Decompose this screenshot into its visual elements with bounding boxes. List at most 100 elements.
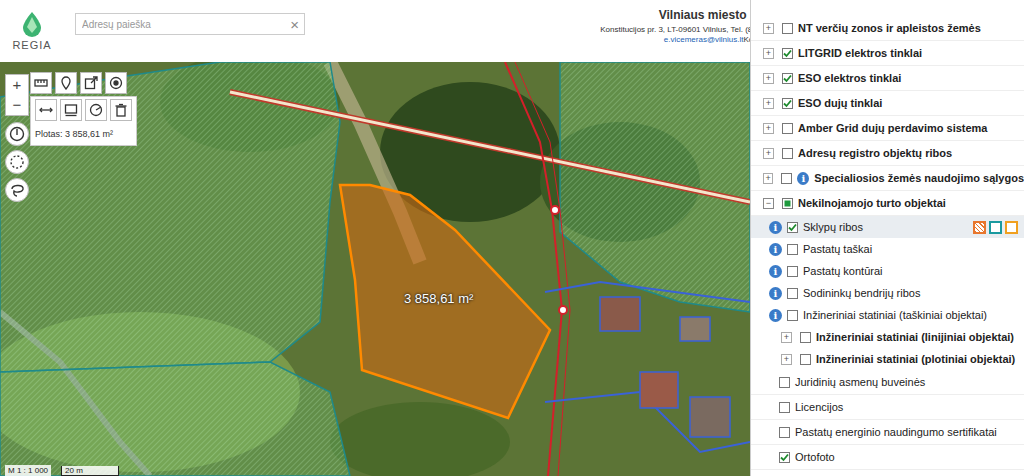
lasso-button[interactable] (5, 178, 29, 202)
address-search: × (75, 13, 305, 35)
zoom-controls: +− (5, 74, 29, 116)
expander-button[interactable]: + (781, 332, 792, 343)
layers-panel: +NT verčių zonos ir apleistos žemės+LITG… (750, 0, 1024, 476)
layer-checkbox[interactable] (779, 377, 790, 388)
layer-row[interactable]: +Amber Grid dujų perdavimo sistema (751, 116, 1024, 141)
circle-button[interactable] (5, 150, 29, 174)
layer-row[interactable]: + i Specialiosios žemės naudojimo sąlygos (751, 166, 1024, 191)
compass-button[interactable] (5, 122, 29, 146)
layer-checkbox[interactable] (779, 427, 790, 438)
layer-checkbox[interactable] (787, 288, 798, 299)
layer-row[interactable]: iPastatų kontūrai (751, 260, 1024, 282)
layer-checkbox[interactable] (787, 266, 798, 277)
layer-label: Inžineriniai statiniai (taškiniai objekt… (803, 309, 987, 321)
zoom-button[interactable]: + (6, 75, 28, 95)
logo[interactable]: REGIA (0, 11, 62, 51)
layer-row[interactable]: Pastatų energinio naudingumo sertifikata… (751, 420, 1024, 445)
layer-label: Pastatų taškai (803, 243, 872, 255)
layer-checkbox[interactable] (782, 73, 793, 84)
layer-checkbox[interactable] (782, 123, 793, 134)
layer-row[interactable]: −Nekilnojamojo turto objektai (751, 191, 1024, 216)
info-icon[interactable]: i (769, 265, 782, 278)
layer-row[interactable]: +ESO elektros tinklai (751, 66, 1024, 91)
expander-button[interactable]: + (763, 23, 774, 34)
layer-row[interactable]: iSodininkų bendrijų ribos (751, 282, 1024, 304)
logo-drop-icon (19, 11, 45, 37)
radius-button[interactable] (85, 99, 107, 121)
expander-button[interactable]: + (763, 123, 774, 134)
layer-checkbox[interactable] (782, 48, 793, 59)
layer-checkbox[interactable] (800, 332, 811, 343)
area-icon (64, 103, 78, 117)
logo-text: REGIA (12, 39, 51, 51)
info-icon[interactable]: i (769, 309, 782, 322)
info-icon[interactable]: i (769, 287, 782, 300)
layer-checkbox[interactable] (779, 452, 790, 463)
org-email[interactable]: e.vicemeras@vilnius.lt (664, 35, 744, 44)
layer-checkbox[interactable] (781, 173, 792, 184)
style-swatch[interactable] (1005, 221, 1018, 234)
layer-checkbox[interactable] (782, 148, 793, 159)
layer-row[interactable]: +LITGRID elektros tinklai (751, 41, 1024, 66)
expander-button[interactable]: + (763, 148, 774, 159)
style-swatch[interactable] (973, 221, 986, 234)
organization-info: Vilniaus miesto savivaldybKonstitucijos … (495, 8, 750, 45)
style-swatch[interactable] (989, 221, 1002, 234)
expander-button[interactable]: + (763, 173, 773, 184)
tool-row (30, 72, 127, 94)
expander-button[interactable]: + (781, 354, 792, 365)
layer-checkbox[interactable] (787, 244, 798, 255)
line-button[interactable] (35, 99, 57, 121)
layer-label: Licencijos (795, 401, 843, 413)
layer-label: Juridinių asmenų buveinės (795, 376, 925, 388)
layer-label: Specialiosios žemės naudojimo sąlygos (814, 172, 1024, 184)
layer-checkbox[interactable] (782, 98, 793, 109)
export-button[interactable] (80, 72, 102, 94)
info-icon[interactable]: i (797, 172, 809, 185)
layer-row[interactable]: i Inžineriniai statiniai (taškiniai objek… (751, 304, 1024, 326)
search-input[interactable] (76, 19, 285, 30)
target-icon (109, 76, 123, 90)
layer-row[interactable]: i Sklypų ribos (751, 216, 1024, 238)
layer-row[interactable]: i Pastatų taškai (751, 238, 1024, 260)
layer-checkbox[interactable] (779, 402, 790, 413)
layer-row[interactable]: Ortofoto (751, 445, 1024, 470)
expander-button[interactable]: − (763, 198, 774, 209)
layer-label: Pastatų energinio naudingumo sertifikata… (795, 426, 997, 438)
layer-row[interactable]: +Inžineriniai statiniai (plotiniai objek… (751, 348, 1024, 370)
map[interactable]: 3 858,61 m²+−Plotas: 3 858,61 m²M 1 : 1 … (0, 62, 750, 476)
layer-checkbox[interactable] (787, 310, 798, 321)
ruler-button[interactable] (30, 72, 52, 94)
layer-row[interactable]: +NT verčių zonos ir apleistos žemės (751, 16, 1024, 41)
search-clear-button[interactable]: × (285, 16, 304, 33)
expander-button[interactable]: + (763, 98, 774, 109)
layer-row[interactable]: +ESO dujų tinklai (751, 91, 1024, 116)
layer-row[interactable]: Juridinių asmenų buveinės (751, 370, 1024, 395)
area-button[interactable] (60, 99, 82, 121)
layer-row[interactable]: +Adresų registro objektų ribos (751, 141, 1024, 166)
layer-checkbox[interactable] (787, 222, 798, 233)
trash-icon (114, 103, 128, 117)
layer-row[interactable]: +Inžineriniai statiniai (linijiniai obje… (751, 326, 1024, 348)
scale-ratio: M 1 : 1 000 (5, 465, 51, 476)
info-icon[interactable]: i (769, 243, 782, 256)
expander-button[interactable]: + (763, 48, 774, 59)
layer-label: Sklypų ribos (803, 221, 863, 233)
measure-result: Plotas: 3 858,61 m² (35, 129, 132, 139)
layer-checkbox[interactable] (800, 354, 811, 365)
info-icon[interactable]: i (769, 221, 782, 234)
layer-checkbox[interactable] (782, 198, 793, 209)
scale-bar: 20 m (61, 466, 119, 476)
layer-row[interactable]: Licencijos (751, 395, 1024, 420)
target-button[interactable] (105, 72, 127, 94)
expander-button[interactable]: + (763, 73, 774, 84)
main-column: REGIA × Vilniaus miesto savivaldybKonstitu… (0, 0, 750, 476)
scale: M 1 : 1 000 20 m (5, 465, 119, 476)
header: REGIA × Vilniaus miesto savivaldybKonstitu… (0, 0, 750, 62)
zoom-button[interactable]: − (6, 95, 28, 115)
org-title: Vilniaus miesto savivaldyb (495, 8, 750, 22)
pin-button[interactable] (55, 72, 77, 94)
circle-icon (9, 154, 25, 170)
trash-button[interactable] (110, 99, 132, 121)
layer-checkbox[interactable] (782, 23, 793, 34)
